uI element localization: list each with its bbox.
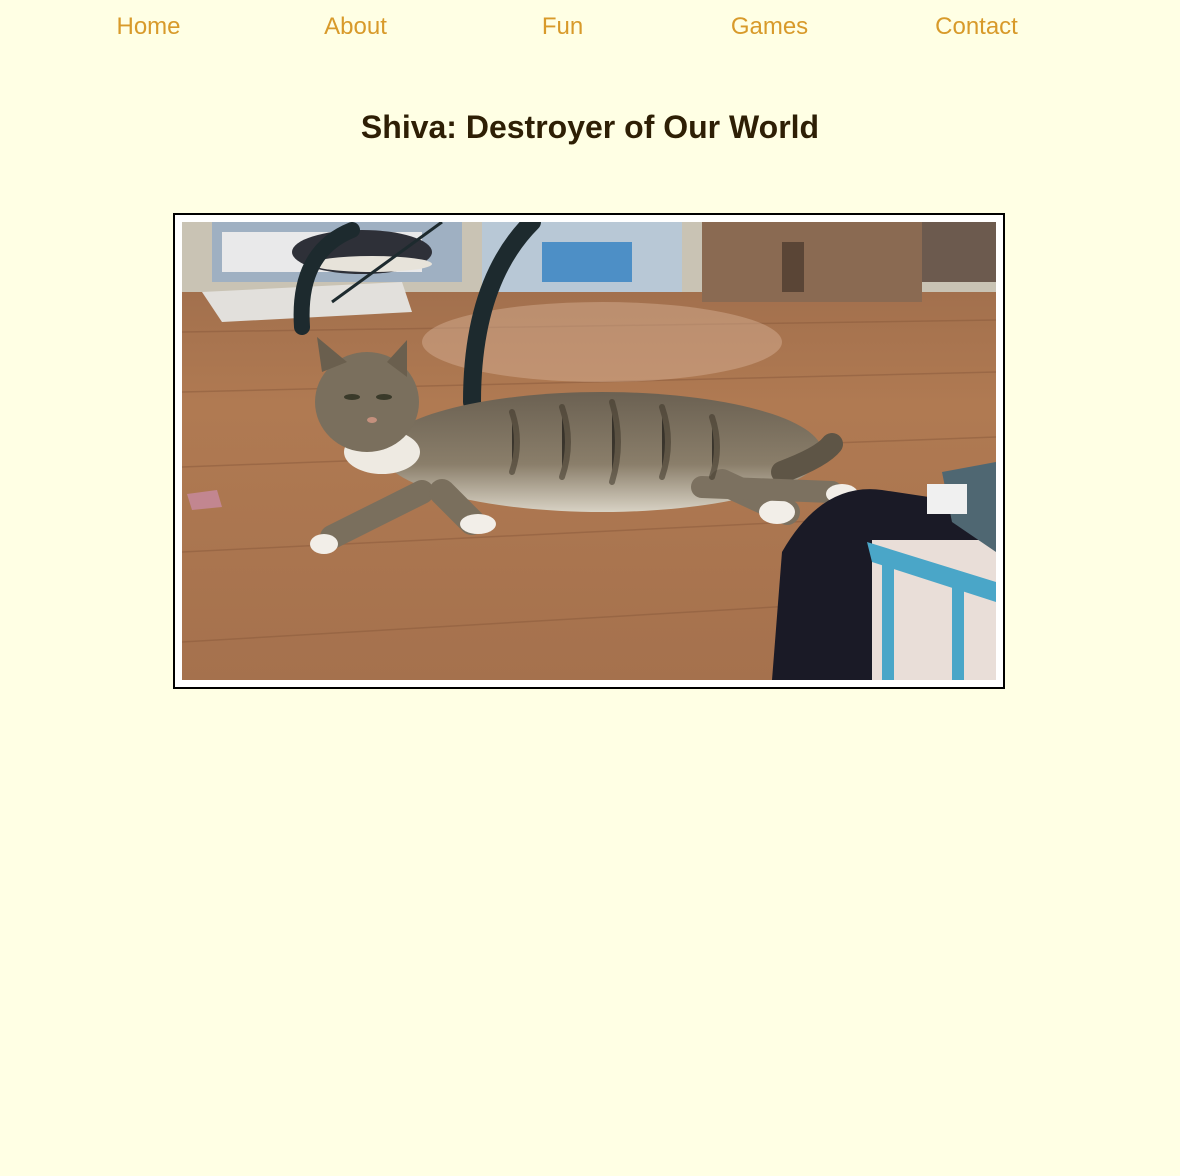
- photo-frame: [173, 213, 1005, 689]
- main-navigation: Home About Fun Games Contact: [45, 0, 1079, 56]
- nav-link-contact[interactable]: Contact: [873, 12, 1080, 42]
- nav-link-games[interactable]: Games: [666, 12, 873, 42]
- nav-link-home[interactable]: Home: [45, 12, 252, 42]
- page-title: Shiva: Destroyer of Our World: [360, 109, 820, 145]
- nav-link-fun[interactable]: Fun: [459, 12, 666, 42]
- nav-link-about[interactable]: About: [252, 12, 459, 42]
- cat-photo: [182, 222, 996, 680]
